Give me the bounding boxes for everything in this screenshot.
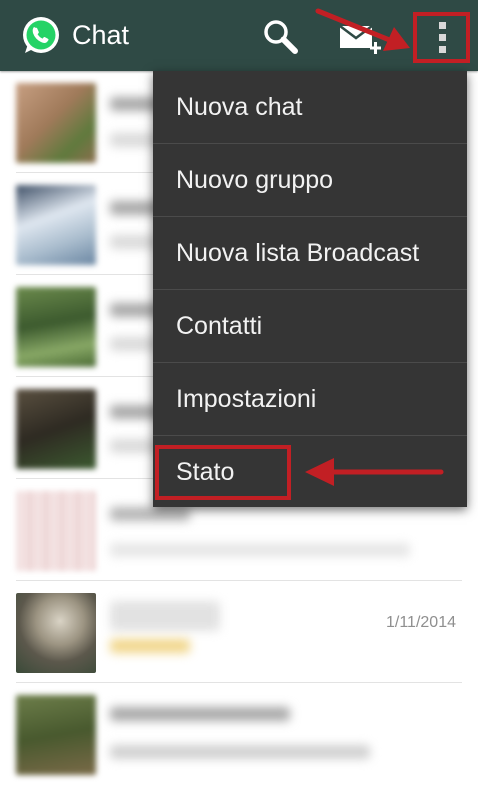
chat-name <box>110 507 190 521</box>
chat-name <box>110 601 220 631</box>
menu-item-label: Nuovo gruppo <box>176 166 334 194</box>
menu-item-contatti[interactable]: Contatti <box>153 290 467 362</box>
chat-preview <box>110 543 410 557</box>
app-title: Chat <box>72 20 130 50</box>
menu-item-label: Contatti <box>176 312 263 340</box>
chat-row[interactable] <box>0 683 478 785</box>
avatar <box>16 287 96 367</box>
search-icon[interactable] <box>260 16 300 56</box>
avatar <box>16 185 96 265</box>
overflow-menu: Nuova chat Nuovo gruppo Nuova lista Broa… <box>153 71 467 507</box>
action-bar: Chat <box>0 0 478 71</box>
avatar <box>16 491 96 571</box>
avatar <box>16 695 96 775</box>
chat-preview <box>110 639 190 653</box>
new-chat-icon[interactable] <box>336 18 384 58</box>
chat-preview <box>110 745 370 759</box>
menu-item-label: Nuova lista Broadcast <box>176 239 420 267</box>
menu-item-nuova-chat[interactable]: Nuova chat <box>153 71 467 143</box>
menu-item-nuova-lista-broadcast[interactable]: Nuova lista Broadcast <box>153 217 467 289</box>
menu-item-label: Nuova chat <box>176 93 303 121</box>
overflow-highlight-box <box>413 12 470 63</box>
stato-highlight-box <box>155 445 291 500</box>
avatar <box>16 389 96 469</box>
menu-item-label: Impostazioni <box>176 385 317 413</box>
avatar <box>16 83 96 163</box>
menu-item-nuovo-gruppo[interactable]: Nuovo gruppo <box>153 144 467 216</box>
chat-date: 1/11/2014 <box>386 614 456 631</box>
avatar <box>16 593 96 673</box>
chat-name <box>110 707 290 721</box>
whatsapp-logo-icon[interactable] <box>19 13 63 57</box>
menu-item-impostazioni[interactable]: Impostazioni <box>153 363 467 435</box>
chat-row[interactable]: 1/11/2014 <box>0 581 478 683</box>
